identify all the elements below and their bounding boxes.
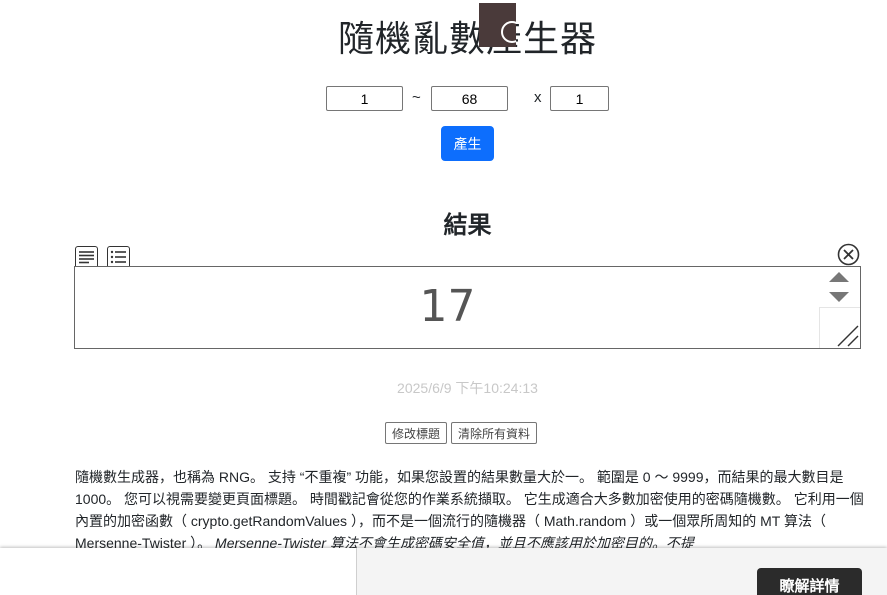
times-symbol: x — [534, 89, 542, 106]
result-timestamp: 2025/6/9 下午10:24:13 — [397, 380, 538, 396]
number-spinner[interactable] — [819, 267, 860, 307]
min-input[interactable] — [326, 86, 403, 111]
ad-banner — [0, 548, 887, 595]
count-input[interactable] — [550, 86, 609, 111]
result-heading: 結果 — [443, 211, 492, 239]
resize-handle-icon[interactable] — [819, 307, 860, 348]
page-title: 隨機亂數產生器 — [337, 19, 597, 60]
description: 隨機數生成器，也稱為 RNG。 支持 “不重複” 功能，如果您設置的結果數量大於… — [75, 466, 865, 554]
range-controls: ~ x — [0, 86, 887, 111]
spinner-down-icon — [829, 292, 849, 302]
result-value: 17 — [419, 281, 476, 332]
clear-all-button[interactable]: 清除所有資料 — [451, 422, 538, 444]
generate-button[interactable]: 產生 — [441, 126, 494, 161]
view-toggle — [75, 246, 130, 266]
paragraph-view-icon[interactable] — [75, 246, 98, 266]
result-box[interactable]: 17 — [74, 266, 861, 349]
ad-thumbnail[interactable] — [479, 3, 516, 47]
close-icon[interactable] — [837, 243, 860, 266]
list-view-icon[interactable] — [107, 246, 130, 266]
spinner-up-icon — [829, 272, 849, 282]
range-separator: ~ — [412, 89, 421, 106]
ad-divider — [356, 548, 357, 595]
action-buttons: 修改標題 清除所有資料 — [385, 422, 538, 444]
ad-learn-more-button[interactable]: 瞭解詳情 — [757, 568, 862, 595]
edit-title-button[interactable]: 修改標題 — [385, 422, 448, 444]
max-input[interactable] — [431, 86, 508, 111]
